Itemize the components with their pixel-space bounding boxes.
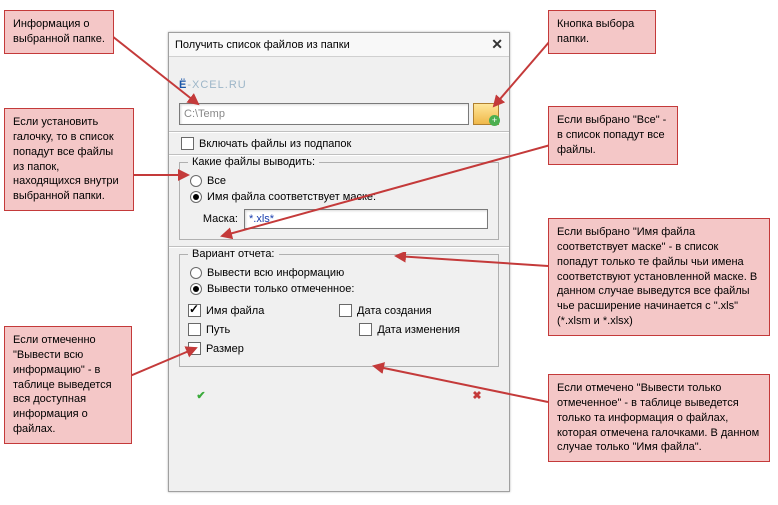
ok-button[interactable]: ✔: [185, 381, 217, 409]
callout-mask: Если выбрано "Имя файла соответствует ма…: [548, 218, 770, 336]
filter-fieldset: Какие файлы выводить: Все Имя файла соот…: [179, 162, 499, 240]
radio-mask-row[interactable]: Имя файла соответствует маске:: [190, 191, 488, 203]
cb-filename-label: Имя файла: [206, 305, 264, 317]
folder-path-input[interactable]: [179, 103, 469, 125]
radio-icon[interactable]: [190, 267, 202, 279]
radio-icon[interactable]: [190, 283, 202, 295]
report-legend: Вариант отчета:: [188, 248, 279, 260]
logo: Ё-XCEL.RU: [169, 57, 509, 99]
radio-all-row[interactable]: Все: [190, 175, 488, 187]
cancel-button[interactable]: ✖: [461, 381, 493, 409]
dialog-window: Получить список файлов из папки ✕ Ё-XCEL…: [168, 32, 510, 492]
cb-modified-row[interactable]: Дата изменения: [291, 323, 490, 336]
include-subfolders-row[interactable]: Включать файлы из подпапок: [181, 137, 497, 150]
plus-icon: +: [489, 115, 500, 126]
callout-folder-button: Кнопка выбора папки.: [548, 10, 656, 54]
cb-created-row[interactable]: Дата создания: [339, 304, 490, 317]
window-title: Получить список файлов из папки: [175, 39, 350, 51]
checkbox-icon[interactable]: [339, 304, 352, 317]
report-fieldset: Вариант отчета: Вывести всю информацию В…: [179, 254, 499, 367]
callout-full-info: Если отмеченно "Вывести всю информацию" …: [4, 326, 132, 444]
radio-selected-row[interactable]: Вывести только отмеченное:: [190, 283, 488, 295]
cb-created-label: Дата создания: [357, 305, 432, 317]
radio-mask-label: Имя файла соответствует маске:: [207, 191, 376, 203]
titlebar: Получить список файлов из папки ✕: [169, 33, 509, 57]
close-icon[interactable]: ✕: [491, 36, 503, 53]
checkbox-icon[interactable]: [188, 323, 201, 336]
cb-modified-label: Дата изменения: [377, 324, 460, 336]
mask-input[interactable]: [244, 209, 488, 229]
include-subfolders-label: Включать файлы из подпапок: [199, 138, 351, 150]
callout-selected: Если отмечено "Вывести только отмеченное…: [548, 374, 770, 462]
cross-icon: ✖: [472, 389, 481, 402]
callout-all-files: Если выбрано "Все" - в список попадут вс…: [548, 106, 678, 165]
cb-size-row[interactable]: Размер: [188, 342, 339, 355]
logo-rest: -XCEL.RU: [187, 79, 246, 91]
cb-path-label: Путь: [206, 324, 230, 336]
radio-full-row[interactable]: Вывести всю информацию: [190, 267, 488, 279]
radio-icon[interactable]: [190, 191, 202, 203]
browse-folder-button[interactable]: +: [473, 103, 499, 125]
filter-legend: Какие файлы выводить:: [188, 156, 319, 168]
checkbox-icon[interactable]: [359, 323, 372, 336]
cb-path-row[interactable]: Путь: [188, 323, 291, 336]
checkbox-icon[interactable]: [188, 342, 201, 355]
radio-selected-label: Вывести только отмеченное:: [207, 283, 354, 295]
radio-full-label: Вывести всю информацию: [207, 267, 344, 279]
checkbox-icon[interactable]: [181, 137, 194, 150]
mask-label: Маска:: [190, 213, 238, 225]
callout-folder-info: Информация о выбранной папке.: [4, 10, 114, 54]
checkbox-icon[interactable]: [188, 304, 201, 317]
radio-all-label: Все: [207, 175, 226, 187]
callout-subfolders: Если установить галочку, то в список поп…: [4, 108, 134, 211]
cb-size-label: Размер: [206, 343, 244, 355]
cb-filename-row[interactable]: Имя файла: [188, 304, 339, 317]
check-icon: ✔: [196, 389, 205, 402]
radio-icon[interactable]: [190, 175, 202, 187]
